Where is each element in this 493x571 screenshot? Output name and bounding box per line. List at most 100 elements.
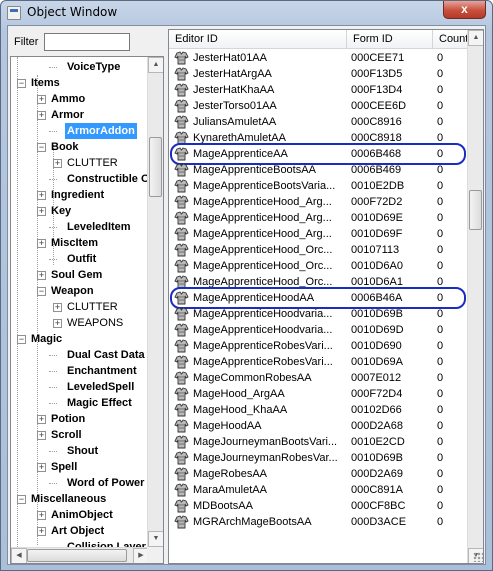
tree-node[interactable]: + CLUTTER: [11, 299, 149, 315]
column-header-count[interactable]: Count: [433, 30, 469, 49]
tree-node[interactable]: Shout: [11, 443, 149, 459]
expand-icon[interactable]: +: [37, 207, 46, 216]
tree-node[interactable]: Collision Layer: [11, 539, 149, 547]
resize-grip[interactable]: [473, 552, 483, 562]
expand-icon[interactable]: +: [37, 111, 46, 120]
list-row[interactable]: JuliansAmuletAA 000C8916 0: [169, 114, 469, 130]
list-row[interactable]: MageApprenticeHood_Arg... 0010D69F 0: [169, 226, 469, 242]
list-row[interactable]: MDBootsAA 000CF8BC 0: [169, 498, 469, 514]
scroll-thumb[interactable]: [149, 137, 162, 197]
list-scroll-up-button[interactable]: ▲: [468, 30, 483, 46]
tree-node[interactable]: + Scroll: [11, 427, 149, 443]
expand-icon[interactable]: +: [53, 319, 62, 328]
tree-node[interactable]: LeveledItem: [11, 219, 149, 235]
scroll-down-button[interactable]: ▼: [148, 531, 163, 547]
expand-icon[interactable]: +: [37, 271, 46, 280]
tree-node[interactable]: − Items: [11, 75, 149, 91]
column-header-form-id[interactable]: Form ID: [347, 30, 433, 49]
list-row[interactable]: MGRArchMageBootsAA 000D3ACE 0: [169, 514, 469, 530]
list-row[interactable]: JesterTorso01AA 000CEE6D 0: [169, 98, 469, 114]
armor-icon: [174, 227, 189, 241]
list-row[interactable]: MageApprenticeHood_Orc... 0010D6A0 0: [169, 258, 469, 274]
tree-node[interactable]: + AnimObject: [11, 507, 149, 523]
object-tree[interactable]: VoiceType − Items + Ammo + Armor ArmorAddon − Boo…: [10, 56, 164, 564]
armor-icon: [174, 115, 189, 129]
list-row[interactable]: MageApprenticeHoodvaria... 0010D69B 0: [169, 306, 469, 322]
expand-icon[interactable]: +: [53, 159, 62, 168]
list-row[interactable]: JesterHatArgAA 000F13D5 0: [169, 66, 469, 82]
list-row[interactable]: MageApprenticeHood_Arg... 000F72D2 0: [169, 194, 469, 210]
column-header-editor-id[interactable]: Editor ID: [169, 30, 347, 49]
list-vertical-scrollbar[interactable]: ▲ ▼: [467, 30, 483, 563]
title-bar[interactable]: Object Window x: [1, 1, 492, 25]
tree-node[interactable]: Enchantment: [11, 363, 149, 379]
expand-icon[interactable]: +: [37, 415, 46, 424]
list-row[interactable]: MageHood_ArgAA 000F72D4 0: [169, 386, 469, 402]
list-row[interactable]: MageApprenticeRobesVari... 0010D690 0: [169, 338, 469, 354]
list-row[interactable]: MageRobesAA 000D2A69 0: [169, 466, 469, 482]
expand-icon[interactable]: +: [37, 191, 46, 200]
armor-icon: [174, 419, 189, 433]
tree-node[interactable]: + Soul Gem: [11, 267, 149, 283]
tree-node[interactable]: + Spell: [11, 459, 149, 475]
list-row[interactable]: MageJourneymanBootsVari... 0010E2CD 0: [169, 434, 469, 450]
tree-node[interactable]: + Ammo: [11, 91, 149, 107]
collapse-icon[interactable]: −: [37, 287, 46, 296]
list-row[interactable]: MageApprenticeHood_Arg... 0010D69E 0: [169, 210, 469, 226]
list-row[interactable]: MageCommonRobesAA 0007E012 0: [169, 370, 469, 386]
tree-node[interactable]: + Art Object: [11, 523, 149, 539]
list-row[interactable]: MaraAmuletAA 000C891A 0: [169, 482, 469, 498]
list-row[interactable]: MageApprenticeHood_Orc... 00107113 0: [169, 242, 469, 258]
tree-node[interactable]: LeveledSpell: [11, 379, 149, 395]
list-row[interactable]: JesterHatKhaAA 000F13D4 0: [169, 82, 469, 98]
expand-icon[interactable]: +: [53, 303, 62, 312]
collapse-icon[interactable]: −: [17, 79, 26, 88]
tree-node[interactable]: Outfit: [11, 251, 149, 267]
tree-node[interactable]: + MiscItem: [11, 235, 149, 251]
tree-node[interactable]: − Book: [11, 139, 149, 155]
expand-icon[interactable]: +: [37, 527, 46, 536]
scroll-up-button[interactable]: ▲: [148, 57, 163, 73]
expand-icon[interactable]: +: [37, 511, 46, 520]
tree-node[interactable]: Magic Effect: [11, 395, 149, 411]
tree-node[interactable]: + WEAPONS: [11, 315, 149, 331]
list-row[interactable]: MageApprenticeBootsVaria... 0010E2DB 0: [169, 178, 469, 194]
tree-node[interactable]: − Weapon: [11, 283, 149, 299]
tree-horizontal-scrollbar[interactable]: ◀ ▶: [11, 547, 149, 563]
list-row[interactable]: JesterHat01AA 000CEE71 0: [169, 50, 469, 66]
expand-icon[interactable]: +: [37, 463, 46, 472]
expand-icon[interactable]: +: [37, 431, 46, 440]
close-button[interactable]: x: [443, 1, 486, 19]
list-scroll-thumb[interactable]: [469, 190, 482, 230]
collapse-icon[interactable]: −: [37, 143, 46, 152]
expand-icon[interactable]: +: [37, 95, 46, 104]
tree-node-label: Outfit: [67, 253, 97, 265]
object-list[interactable]: Editor ID Form ID Count JesterHat01AA 000…: [168, 29, 484, 564]
collapse-icon[interactable]: −: [17, 335, 26, 344]
scroll-left-button[interactable]: ◀: [11, 548, 27, 563]
expand-icon[interactable]: +: [37, 239, 46, 248]
tree-node[interactable]: − Magic: [11, 331, 149, 347]
list-row[interactable]: MageApprenticeRobesVari... 0010D69A 0: [169, 354, 469, 370]
tree-node[interactable]: + Ingredient: [11, 187, 149, 203]
tree-node[interactable]: ArmorAddon: [11, 123, 149, 139]
tree-node[interactable]: + Armor: [11, 107, 149, 123]
editor-id-cell: MageApprenticeHood_Arg...: [193, 228, 332, 240]
tree-node[interactable]: + CLUTTER: [11, 155, 149, 171]
tree-vertical-scrollbar[interactable]: ▲ ▼: [147, 57, 163, 547]
tree-node[interactable]: − Miscellaneous: [11, 491, 149, 507]
tree-node[interactable]: Dual Cast Data: [11, 347, 149, 363]
tree-node[interactable]: Constructible Ob: [11, 171, 149, 187]
tree-node[interactable]: VoiceType: [11, 59, 149, 75]
list-row[interactable]: MageApprenticeBootsAA 0006B469 0: [169, 162, 469, 178]
filter-input[interactable]: [44, 33, 130, 51]
tree-node[interactable]: Word of Power: [11, 475, 149, 491]
horizontal-scroll-thumb[interactable]: [27, 549, 127, 562]
list-row[interactable]: MageHood_KhaAA 00102D66 0: [169, 402, 469, 418]
collapse-icon[interactable]: −: [17, 495, 26, 504]
list-row[interactable]: MageApprenticeHoodvaria... 0010D69D 0: [169, 322, 469, 338]
list-row[interactable]: MageJourneymanRobesVar... 0010D69B 0: [169, 450, 469, 466]
tree-node[interactable]: + Potion: [11, 411, 149, 427]
tree-node[interactable]: + Key: [11, 203, 149, 219]
list-row[interactable]: MageHoodAA 000D2A68 0: [169, 418, 469, 434]
